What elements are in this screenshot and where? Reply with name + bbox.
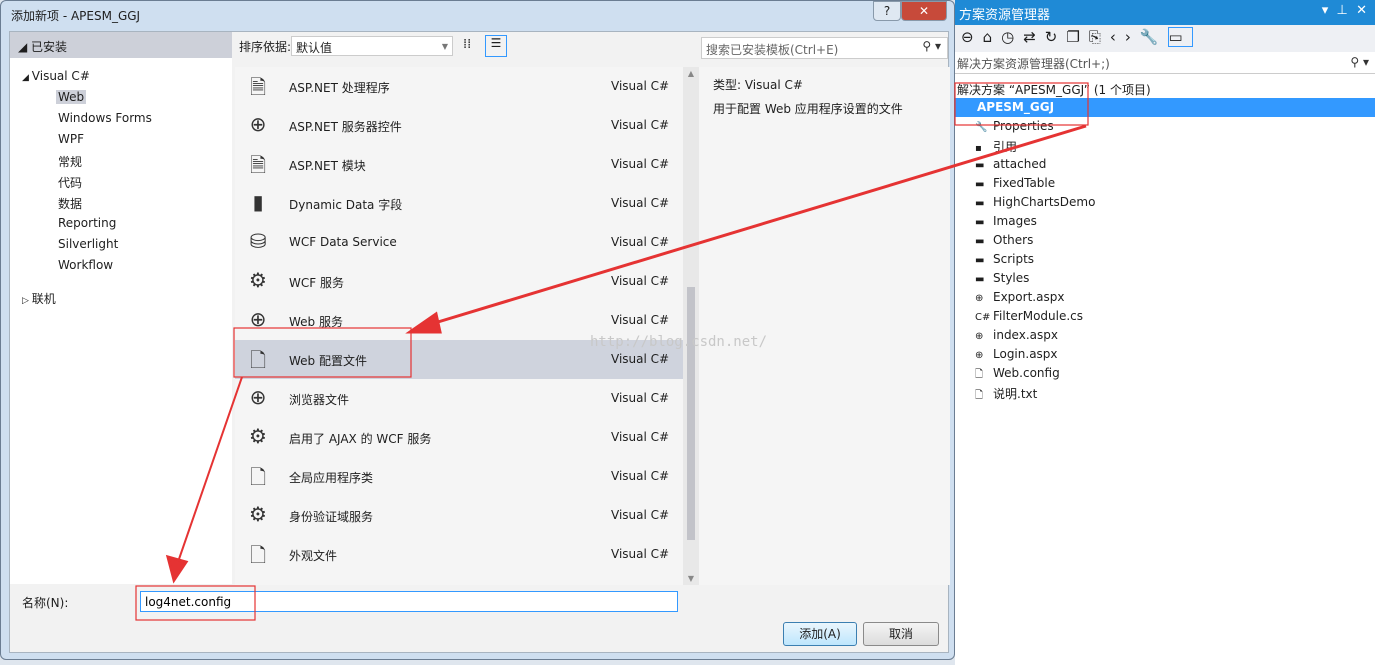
- annotation-arrowhead-1: [405, 311, 442, 334]
- annotation-arrow-2: [177, 376, 243, 563]
- annotation-arrow-1: [427, 124, 1087, 327]
- annotation-box-template: [233, 327, 412, 378]
- annotation-box-project: [954, 82, 1089, 126]
- annotation-overlay: [135, 82, 1089, 621]
- annotation-arrowhead-2: [165, 554, 189, 584]
- annotation-box-name: [135, 585, 256, 621]
